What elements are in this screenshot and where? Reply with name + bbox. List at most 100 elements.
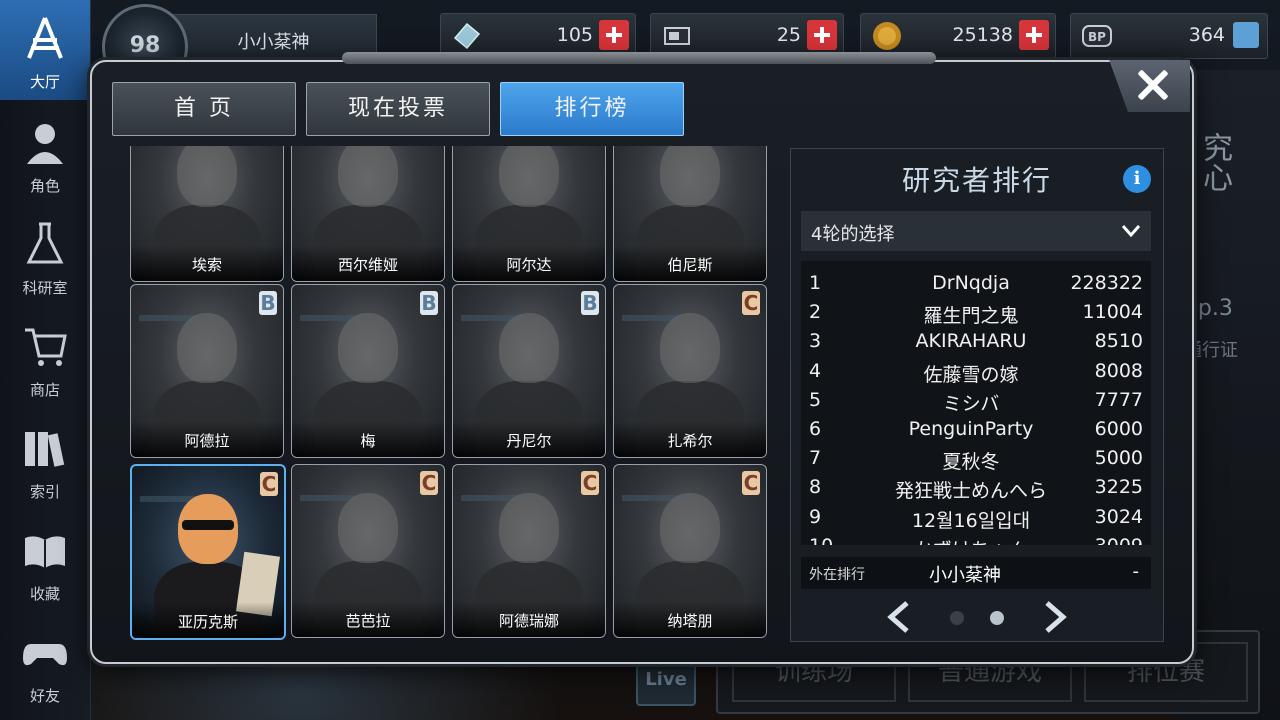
- modal-top-rail: [342, 52, 936, 64]
- player-name: かずけちゃん: [861, 535, 1081, 545]
- nav-lab[interactable]: 科研室: [0, 206, 90, 306]
- character-card[interactable]: 西尔维娅: [291, 146, 445, 282]
- player-name: 夏秋冬: [942, 451, 1000, 474]
- my-rank-label: 外在排行: [809, 567, 865, 583]
- rank-number: 10: [809, 535, 833, 545]
- character-card[interactable]: B 丹尼尔: [452, 284, 606, 458]
- character-name: 阿德拉: [131, 421, 283, 457]
- nav-character[interactable]: 角色: [0, 104, 90, 204]
- ranking-row: 3 AKIRAHARU 8510: [801, 327, 1151, 356]
- vote-score: 5000: [1094, 447, 1143, 470]
- nav-index[interactable]: 索引: [0, 410, 90, 510]
- character-name: 阿尔达: [453, 245, 605, 281]
- character-portrait-head: [338, 493, 398, 563]
- chevron-down-icon: [1121, 225, 1141, 238]
- character-card[interactable]: 埃索: [130, 146, 284, 282]
- vote-score: 3225: [1094, 476, 1143, 499]
- vote-score: 11004: [1082, 301, 1143, 324]
- player-level: 98: [129, 33, 161, 58]
- flask-icon: [26, 222, 64, 264]
- ticket-icon: [664, 27, 690, 45]
- crystal-icon: [453, 22, 481, 50]
- character-portrait-head: [499, 493, 559, 563]
- round-select[interactable]: 4轮的选择: [801, 211, 1151, 251]
- nav-lobby[interactable]: 大厅: [0, 0, 90, 100]
- rank-number: 9: [809, 505, 822, 528]
- vote-score: 228322: [1070, 272, 1143, 294]
- add-ticket-button[interactable]: [807, 20, 837, 50]
- character-name: 梅: [292, 421, 444, 457]
- grade-badge: B: [581, 291, 599, 315]
- book-icon: [25, 536, 65, 568]
- player-name: 佐藤雪の嫁: [923, 363, 1019, 386]
- resource-bp: BP 364: [1070, 13, 1268, 59]
- tab-vote-now[interactable]: 现在投票: [306, 82, 490, 136]
- gamepad-icon: [23, 644, 67, 666]
- grade-badge: C: [420, 471, 438, 495]
- lobby-side-panel: 究心 Ep.3 通行证: [1180, 70, 1280, 720]
- coin-icon: [873, 22, 901, 50]
- nav-label: 大厅: [29, 73, 60, 91]
- character-portrait-head: [338, 146, 398, 207]
- info-icon[interactable]: i: [1123, 165, 1151, 193]
- nav-label: 收藏: [29, 585, 60, 603]
- grade-badge: C: [260, 472, 278, 496]
- page-dot-2[interactable]: [990, 611, 1004, 625]
- character-card[interactable]: C 纳塔朋: [613, 464, 767, 638]
- bp-shop-button[interactable]: [1233, 22, 1259, 48]
- character-card[interactable]: B 阿德拉: [130, 284, 284, 458]
- ranking-list[interactable]: 1 DrNqdja 228322 2 羅生門之鬼 11004 3 AKIRAHARU 8510 4…: [801, 261, 1151, 545]
- character-card[interactable]: 阿尔达: [452, 146, 606, 282]
- svg-text:BP: BP: [1088, 30, 1106, 44]
- nav-shop[interactable]: 商店: [0, 308, 90, 408]
- character-card[interactable]: C 扎希尔: [613, 284, 767, 458]
- bp-count: 364: [1188, 24, 1225, 46]
- character-card[interactable]: 伯尼斯: [613, 146, 767, 282]
- grade-badge: B: [259, 291, 277, 315]
- rank-number: 4: [809, 359, 822, 382]
- character-card[interactable]: C 芭芭拉: [291, 464, 445, 638]
- player-name: PenguinParty: [908, 418, 1034, 440]
- nav-collection[interactable]: 收藏: [0, 512, 90, 612]
- add-coin-button[interactable]: [1019, 20, 1049, 50]
- my-rank-name: 小小棻神: [929, 565, 1001, 586]
- ranking-row: 1 DrNqdja 228322: [801, 269, 1151, 298]
- round-select-value: 4轮的选择: [811, 224, 895, 245]
- nav-label: 商店: [29, 381, 60, 399]
- character-card[interactable]: C 亚历克斯: [130, 464, 286, 640]
- ranking-title: 研究者排行: [901, 164, 1052, 197]
- side-text-research: 究心: [1197, 132, 1232, 192]
- player-name: 発狂戦士めんへら: [894, 480, 1047, 503]
- ranking-row: 8 発狂戦士めんへら 3225: [801, 473, 1151, 502]
- close-icon[interactable]: [1128, 62, 1180, 108]
- nav-label: 索引: [29, 483, 60, 501]
- add-crystal-button[interactable]: [599, 20, 629, 50]
- crystal-count: 105: [556, 24, 593, 46]
- my-rank-value: -: [1132, 561, 1140, 582]
- tab-ranking[interactable]: 排行榜: [500, 82, 684, 136]
- character-portrait-head: [660, 493, 720, 563]
- vote-score: 8510: [1094, 330, 1143, 353]
- character-name: 亚历克斯: [132, 602, 284, 638]
- tab-home[interactable]: 首 页: [112, 82, 296, 136]
- character-card[interactable]: B梅: [291, 284, 445, 458]
- rank-number: 5: [809, 388, 822, 411]
- character-portrait-head: [338, 313, 398, 383]
- rank-number: 7: [809, 447, 822, 470]
- glasses-shape: [182, 520, 234, 530]
- character-name: 阿德瑞娜: [453, 601, 605, 637]
- ranking-row: 6 PenguinParty 6000: [801, 415, 1151, 444]
- nav-label: 科研室: [22, 279, 68, 297]
- vote-score: 8008: [1094, 359, 1143, 382]
- character-card[interactable]: C 阿德瑞娜: [452, 464, 606, 638]
- rank-number: 1: [809, 272, 822, 294]
- character-portrait-head: [499, 313, 559, 383]
- chevron-left-icon[interactable]: [885, 601, 913, 633]
- nav-friends[interactable]: 好友: [0, 614, 90, 714]
- page-dot-1[interactable]: [950, 611, 964, 625]
- player-name: DrNqdja: [932, 272, 1010, 294]
- player-name: ミシバ: [942, 392, 1000, 415]
- bp-icon: BP: [1082, 25, 1112, 47]
- character-icon: [27, 124, 63, 164]
- chevron-right-icon[interactable]: [1041, 601, 1069, 633]
